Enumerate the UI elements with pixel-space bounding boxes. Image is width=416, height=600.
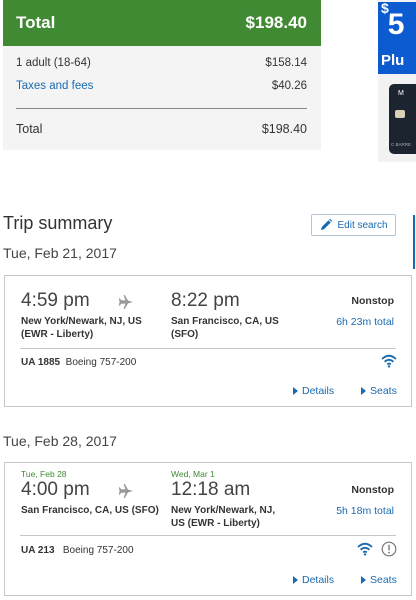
total-header-amount: $198.40 bbox=[245, 13, 307, 32]
card-divider bbox=[20, 348, 396, 349]
fare-row-amount: $158.14 bbox=[265, 57, 307, 69]
arrival-airport: San Francisco, CA, US (SFO) bbox=[171, 316, 279, 341]
arrival-code: US (EWR - Liberty) bbox=[171, 517, 260, 529]
flight-card: Tue, Feb 28 Wed, Mar 1 4:00 pm 12:18 am … bbox=[4, 462, 412, 596]
arrival-code: (SFO) bbox=[171, 328, 199, 340]
airplane-icon bbox=[118, 295, 133, 309]
arrival-airport: New York/Newark, NJ, US (EWR - Liberty) bbox=[171, 505, 275, 530]
trip-summary-title: Trip summary bbox=[3, 213, 113, 233]
alert-icon[interactable] bbox=[381, 541, 397, 557]
departure-time: 4:59 pm bbox=[21, 290, 90, 311]
card-holder-name: C BARRE bbox=[391, 142, 412, 147]
card-chip bbox=[395, 110, 405, 118]
pencil-icon bbox=[321, 218, 333, 230]
flight-date-heading: Tue, Feb 28, 2017 bbox=[3, 433, 117, 449]
seats-label: Seats bbox=[370, 574, 397, 586]
aircraft-type: Boeing 757-200 bbox=[62, 545, 134, 556]
fare-row-taxes: Taxes and fees $40.26 bbox=[16, 80, 307, 92]
arrival-time: 8:22 pm bbox=[171, 290, 240, 311]
credit-card-image: M C BARRE bbox=[389, 84, 416, 154]
flight-info: UA 213 Boeing 757-200 bbox=[21, 545, 134, 556]
caret-right-icon bbox=[361, 387, 366, 395]
departure-city: San Francisco, CA, US (SFO) bbox=[21, 505, 159, 516]
duration-label: 6h 23m total bbox=[336, 316, 394, 328]
total-header-label: Total bbox=[16, 13, 56, 32]
departure-city: New York/Newark, NJ, US bbox=[21, 316, 142, 327]
ad-currency: $ bbox=[381, 0, 389, 16]
total-amount: $198.40 bbox=[261, 122, 307, 136]
price-summary: Total $198.40 1 adult (18-64) $158.14 Ta… bbox=[3, 0, 321, 136]
ad-amount-value: 5 bbox=[387, 8, 405, 41]
edit-search-label: Edit search bbox=[337, 219, 388, 231]
details-label: Details bbox=[302, 574, 335, 586]
total-label: Total bbox=[16, 122, 43, 136]
departure-time: 4:00 pm bbox=[21, 479, 90, 500]
caret-right-icon bbox=[293, 387, 298, 395]
seats-label: Seats bbox=[370, 385, 397, 397]
departure-airport: New York/Newark, NJ, US (EWR - Liberty) bbox=[21, 316, 142, 341]
caret-right-icon bbox=[361, 576, 366, 584]
ad-amount: $5 bbox=[381, 0, 405, 42]
fare-row-label: 1 adult (18-64) bbox=[16, 57, 91, 69]
card-divider bbox=[20, 535, 396, 536]
ad-banner: $5 Plu bbox=[378, 0, 416, 74]
details-link[interactable]: Details bbox=[293, 574, 334, 586]
flight-card: 4:59 pm 8:22 pm New York/Newark, NJ, US … bbox=[4, 275, 412, 407]
flight-date-heading: Tue, Feb 21, 2017 bbox=[3, 245, 117, 261]
caret-right-icon bbox=[293, 576, 298, 584]
stops-label: Nonstop bbox=[351, 295, 394, 307]
price-summary-header: Total $198.40 bbox=[3, 0, 321, 46]
stops-label: Nonstop bbox=[351, 484, 394, 496]
duration-label: 5h 18m total bbox=[336, 505, 394, 517]
wifi-icon bbox=[357, 542, 373, 556]
wifi-icon bbox=[381, 354, 397, 368]
departure-day: Tue, Feb 28 bbox=[21, 469, 67, 479]
ad-plus-text: Plu bbox=[381, 52, 405, 69]
fare-row-adult: 1 adult (18-64) $158.14 bbox=[16, 57, 307, 69]
taxes-and-fees-link[interactable]: Taxes and fees bbox=[16, 80, 93, 92]
seats-link[interactable]: Seats bbox=[361, 385, 397, 397]
flight-number: UA 1885 bbox=[21, 357, 61, 368]
taxes-amount: $40.26 bbox=[271, 80, 307, 92]
flight-info: UA 1885 Boeing 757-200 bbox=[21, 357, 136, 368]
details-label: Details bbox=[302, 385, 335, 397]
price-divider bbox=[16, 108, 307, 109]
details-link[interactable]: Details bbox=[293, 385, 334, 397]
arrival-city: New York/Newark, NJ, bbox=[171, 505, 276, 516]
airplane-icon bbox=[118, 484, 133, 498]
credit-card-ad[interactable]: $5 Plu M C BARRE bbox=[378, 0, 416, 162]
seats-link[interactable]: Seats bbox=[361, 574, 397, 586]
departure-airport: San Francisco, CA, US (SFO) bbox=[21, 505, 159, 518]
card-brand-text: M bbox=[398, 90, 404, 97]
edit-search-button[interactable]: Edit search bbox=[311, 214, 396, 236]
fare-row-total: Total $198.40 bbox=[16, 122, 307, 136]
arrival-city: San Francisco, CA, US bbox=[171, 316, 279, 327]
departure-code: (EWR - Liberty) bbox=[21, 328, 94, 340]
scroll-indicator bbox=[413, 215, 415, 269]
aircraft-type: Boeing 757-200 bbox=[65, 357, 137, 368]
arrival-day: Wed, Mar 1 bbox=[171, 469, 215, 479]
flight-number: UA 213 bbox=[21, 545, 55, 556]
arrival-time: 12:18 am bbox=[171, 479, 251, 500]
